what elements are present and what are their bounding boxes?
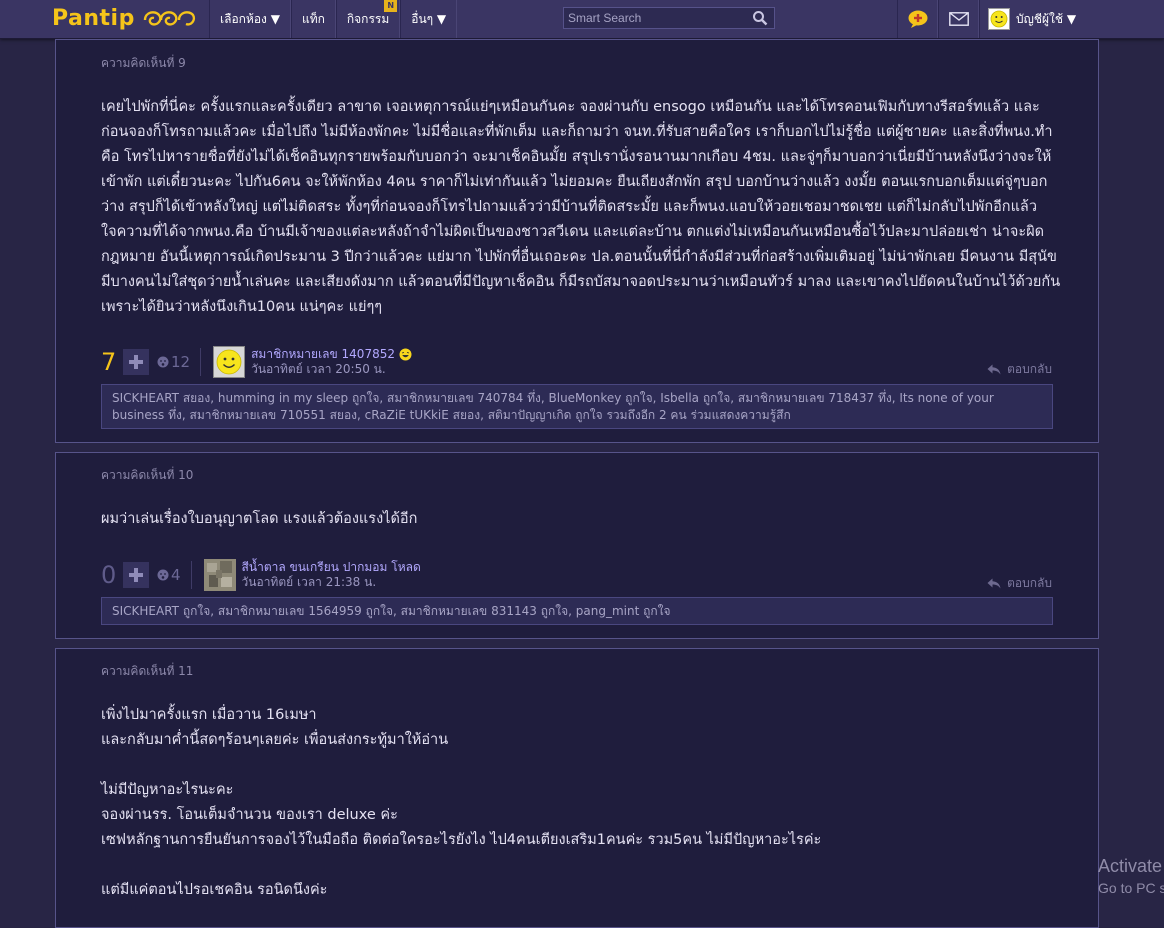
vote-plus-button[interactable]	[123, 562, 149, 588]
speech-bubble-plus-icon	[908, 10, 927, 28]
user-name-row: สีน้ำตาล ขนเกรียน ปากมอม โหลด	[242, 560, 421, 575]
search-icon[interactable]	[752, 10, 768, 26]
emotion-count: 4	[171, 566, 181, 584]
footer-divider	[200, 348, 202, 376]
footer-divider	[190, 561, 192, 589]
account-menu[interactable]: บัญชีผู้ใช้ ▼	[979, 0, 1084, 38]
nav-activities-label: กิจกรรม	[346, 12, 390, 26]
reply-button[interactable]: ตอบกลับ	[987, 360, 1052, 379]
reply-label: ตอบกลับ	[1007, 576, 1052, 590]
nav-activities[interactable]: กิจกรรม N	[335, 0, 401, 38]
main-nav: เลือกห้อง ▼ แท็ก กิจกรรม N อื่นๆ ▼	[209, 0, 458, 38]
comment-card: ความคิดเห็นที่ 9 เคยไปพักที่นี่คะ ครั้งแ…	[55, 39, 1099, 443]
reactions-summary: SICKHEART สยอง, humming in my sleep ถูกใ…	[101, 384, 1053, 429]
comment-line: จองผ่านรร. โอนเต็มจำนวน ของเรา deluxe ค่…	[101, 807, 398, 823]
nav-more[interactable]: อื่นๆ ▼	[400, 0, 458, 38]
comment-line: เพิ่งไปมาครั้งแรก เมื่อวาน 16เมษา	[101, 707, 317, 723]
comment-paragraph: เคยไปพักที่นี่คะ ครั้งแรกและครั้งเดียว ล…	[101, 99, 1061, 315]
nav-tags[interactable]: แท็ก	[290, 0, 336, 38]
nav-choose-room[interactable]: เลือกห้อง ▼	[209, 0, 291, 38]
user-name-link[interactable]: สีน้ำตาล ขนเกรียน ปากมอม โหลด	[242, 560, 421, 575]
comment-timestamp: วันอาทิตย์ เวลา 20:50 น.	[251, 362, 386, 376]
search-input[interactable]	[564, 8, 752, 28]
vote-score: 0	[101, 561, 117, 589]
user-name-row: สมาชิกหมายเลข 1407852	[251, 347, 412, 362]
plus-icon	[129, 355, 143, 369]
user-info: สมาชิกหมายเลข 1407852 วันอาทิตย์ เวลา 20…	[251, 347, 412, 377]
vote-score: 7	[101, 348, 117, 376]
logo-mark-icon	[143, 11, 195, 26]
emotion-face-icon	[157, 569, 169, 581]
logo-text: Pantip	[52, 5, 135, 31]
comment-line	[101, 753, 1061, 778]
comment-line: เซฟหลักฐานการยืนยันการจองไว้ในมือถือ ติด…	[101, 832, 822, 848]
account-avatar	[988, 8, 1010, 30]
header-right-icons: บัญชีผู้ใช้ ▼	[897, 0, 1084, 38]
user-name-link[interactable]: สมาชิกหมายเลข 1407852	[251, 347, 395, 362]
photo-avatar-icon	[203, 559, 236, 591]
reply-label: ตอบกลับ	[1007, 362, 1052, 376]
comment-card: ความคิดเห็นที่ 11 เพิ่งไปมาครั้งแรก เมื่…	[55, 648, 1099, 928]
comment-footer: 0 4 สีน้ำตาล ขนเกรียน ปากมอม โหลด วันอาท…	[101, 559, 421, 591]
laughing-emoji-icon	[399, 348, 412, 361]
comment-line: ไม่มีปัญหาอะไรนะคะ	[101, 782, 234, 798]
reply-button[interactable]: ตอบกลับ	[987, 574, 1052, 593]
comment-number: ความคิดเห็นที่ 10	[101, 468, 194, 482]
activation-watermark-title: Activate	[1098, 856, 1163, 876]
emotion-button[interactable]: 4	[157, 566, 181, 584]
account-label: บัญชีผู้ใช้ ▼	[1016, 11, 1077, 26]
comment-line	[101, 853, 1061, 878]
emotion-button[interactable]: 12	[157, 353, 190, 371]
comment-body: เพิ่งไปมาครั้งแรก เมื่อวาน 16เมษา และกลั…	[101, 703, 1061, 903]
comment-paragraph: ผมว่าเล่นเรื่องใบอนุญาตโลด แรงแล้วต้องแร…	[101, 511, 418, 527]
comment-footer: 7 12 สมาชิกหมายเลข 1407852 วันอาทิตย์ เว…	[101, 346, 412, 378]
comment-body: เคยไปพักที่นี่คะ ครั้งแรกและครั้งเดียว ล…	[101, 95, 1061, 320]
smart-search	[563, 7, 775, 29]
comment-number: ความคิดเห็นที่ 11	[101, 664, 194, 678]
envelope-icon	[948, 12, 969, 26]
plus-icon	[129, 568, 143, 582]
activation-watermark-subtitle: Go to PC s	[1098, 880, 1164, 896]
vote-plus-button[interactable]	[123, 349, 149, 375]
comment-card: ความคิดเห็นที่ 10 ผมว่าเล่นเรื่องใบอนุญา…	[55, 452, 1099, 639]
reply-arrow-icon	[987, 578, 1001, 589]
comment-timestamp: วันอาทิตย์ เวลา 21:38 น.	[241, 575, 377, 589]
reply-arrow-icon	[987, 364, 1001, 375]
comment-line: แต่มีแค่ตอนไปรอเชคอิน รอนิดนึงค่ะ	[101, 882, 328, 898]
emotion-face-icon	[157, 356, 169, 368]
comment-body: ผมว่าเล่นเรื่องใบอนุญาตโลด แรงแล้วต้องแร…	[101, 507, 1061, 532]
comment-line: และกลับมาค่ำนี้สดๆร้อนๆเลยค่ะ เพื่อนส่งก…	[101, 732, 449, 748]
new-badge: N	[384, 0, 398, 12]
top-navigation-bar: Pantip เลือกห้อง ▼ แท็ก กิจกรรม N อื่นๆ …	[0, 0, 1164, 39]
smiley-icon	[990, 10, 1008, 28]
user-info: สีน้ำตาล ขนเกรียน ปากมอม โหลด วันอาทิตย์…	[242, 560, 421, 590]
comment-number: ความคิดเห็นที่ 9	[101, 56, 186, 70]
messages-button[interactable]	[938, 0, 979, 38]
smiley-avatar-icon	[216, 349, 242, 375]
user-avatar[interactable]	[213, 346, 246, 378]
reactions-summary: SICKHEART ถูกใจ, สมาชิกหมายเลข 1564959 ถ…	[101, 597, 1053, 625]
new-topic-button[interactable]	[897, 0, 938, 38]
emotion-count: 12	[171, 353, 191, 371]
user-avatar[interactable]	[203, 559, 236, 591]
pantip-logo[interactable]: Pantip	[52, 3, 197, 33]
